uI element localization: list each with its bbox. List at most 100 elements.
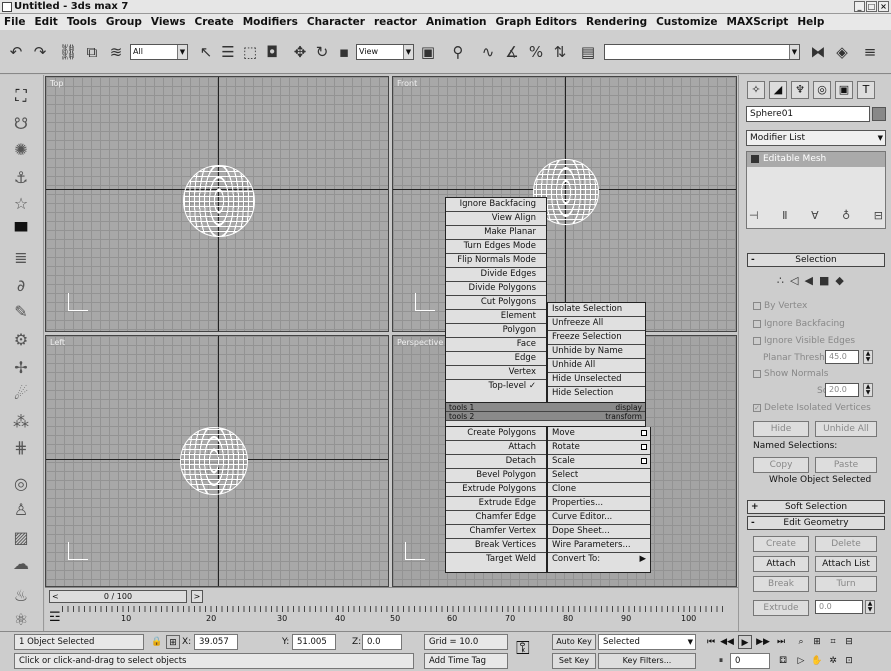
menu-maxscript[interactable]: MAXScript [727, 16, 789, 28]
material-icon[interactable]: ◎ [10, 473, 32, 495]
align-icon[interactable]: ◈ [832, 42, 852, 62]
set-key-button[interactable]: Set Key [552, 653, 596, 669]
environment-icon[interactable]: ☁ [10, 553, 32, 575]
menu-rendering[interactable]: Rendering [586, 16, 647, 28]
quad-item[interactable]: Edge [446, 352, 546, 366]
quad-item[interactable]: Unhide by Name [548, 345, 645, 359]
camera-icon[interactable]: ☄ [10, 383, 32, 405]
edge-icon[interactable]: ◁ [790, 274, 798, 287]
menu-create[interactable]: Create [195, 16, 234, 28]
quad-item[interactable]: Polygon [446, 324, 546, 338]
by-vertex-checkbox[interactable]: By Vertex [753, 301, 807, 311]
quad-item[interactable]: Turn Edges Mode [446, 240, 546, 254]
pivot-center-icon[interactable]: ▣ [418, 42, 438, 62]
redo-icon[interactable]: ↷ [30, 42, 50, 62]
y-coordinate-field[interactable]: 51.005 [292, 634, 336, 650]
sphere-wireframe[interactable] [183, 165, 255, 237]
pin-stack-icon[interactable]: ⊣ [749, 209, 759, 222]
layer-manager-icon[interactable]: ≡ [860, 42, 880, 62]
menu-reactor[interactable]: reactor [374, 16, 417, 28]
menu-tools[interactable]: Tools [67, 16, 97, 28]
selection-filter-dropdown[interactable]: All ▼ [130, 44, 188, 60]
close-button[interactable]: × [878, 1, 889, 12]
current-frame-field[interactable]: 0 [730, 653, 770, 669]
reactor-icon[interactable]: ♨ [10, 585, 32, 607]
motion-tab-icon[interactable]: ◎ [813, 81, 831, 99]
quad-item[interactable]: Extrude Polygons [446, 483, 546, 497]
menu-group[interactable]: Group [106, 16, 142, 28]
quad-item[interactable]: Chamfer Vertex [446, 525, 546, 539]
reference-coordinate-dropdown[interactable]: View ▼ [356, 44, 414, 60]
snaps-toggle-icon[interactable]: ∿ [478, 42, 498, 62]
quad-item-convert-to[interactable]: Convert To: ▶ [548, 553, 650, 567]
spinner-snap-icon[interactable]: ⇅ [550, 42, 570, 62]
quad-item[interactable]: Extrude Edge [446, 497, 546, 511]
maximize-viewport-icon[interactable]: ⊡ [842, 654, 856, 668]
planar-thresh-field[interactable]: 45.0 [825, 350, 859, 364]
object-name-field[interactable]: Sphere01 [746, 106, 870, 122]
show-normals-checkbox[interactable]: Show Normals [753, 369, 828, 379]
time-slider[interactable]: <0 / 100 [49, 590, 187, 603]
extrude-amount-field[interactable]: 0.0 [815, 600, 863, 614]
viewport-label-left[interactable]: Left [50, 338, 65, 347]
scale-field[interactable]: 20.0 [825, 383, 859, 397]
menu-customize[interactable]: Customize [656, 16, 717, 28]
quad-item[interactable]: Cut Polygons [446, 296, 546, 310]
link-icon[interactable]: ∂ [10, 275, 32, 297]
make-unique-icon[interactable]: ∀ [811, 209, 819, 222]
select-and-rotate-icon[interactable]: ↻ [312, 42, 332, 62]
show-end-result-icon[interactable]: Ⅱ [782, 209, 787, 222]
viewport-label-perspective[interactable]: Perspective [397, 338, 443, 347]
quad-item[interactable]: Curve Editor... [548, 511, 650, 525]
zoom-extents-icon[interactable]: ⌗ [826, 635, 840, 649]
lathe-icon[interactable]: ⚓ [10, 167, 32, 189]
field-of-view-icon[interactable]: ▷ [794, 654, 808, 668]
unlink-icon[interactable]: ⧉ [82, 42, 102, 62]
quad-item[interactable]: Make Planar [446, 226, 546, 240]
paste-button[interactable]: Paste [815, 457, 877, 473]
viewport-top[interactable]: Top [45, 76, 389, 332]
shell-icon[interactable]: ✺ [10, 139, 32, 161]
settings-box-icon[interactable] [641, 430, 647, 436]
biped-icon[interactable]: ♙ [10, 499, 32, 521]
go-to-start-icon[interactable]: ⏮ [704, 635, 718, 649]
attach-list-button[interactable]: Attach List [815, 556, 877, 572]
delete-button[interactable]: Delete [815, 536, 877, 552]
viewport-label-top[interactable]: Top [50, 79, 64, 88]
viewport-front[interactable]: Front [392, 76, 737, 332]
quad-item-top-level[interactable]: Top-level ✓ [446, 380, 546, 394]
z-coordinate-field[interactable]: 0.0 [362, 634, 402, 650]
settings-box-icon[interactable] [641, 444, 647, 450]
quad-item[interactable]: Properties... [548, 497, 650, 511]
play-icon[interactable]: ▶ [738, 635, 752, 649]
vertex-icon[interactable]: ∴ [777, 274, 784, 287]
menu-file[interactable]: File [4, 16, 26, 28]
quad-item[interactable]: Target Weld [446, 553, 546, 567]
absolute-mode-icon[interactable]: ⊞ [166, 635, 180, 649]
bone-icon[interactable]: ☋ [10, 113, 32, 135]
stack-icon[interactable]: ≣ [10, 247, 32, 269]
named-selection-set-icon[interactable]: ▤ [578, 42, 598, 62]
quad-item[interactable]: Unhide All [548, 359, 645, 373]
quad-item[interactable]: Ignore Backfacing [446, 198, 546, 212]
zoom-extents-all-icon[interactable]: ⊟ [842, 635, 856, 649]
menu-modifiers[interactable]: Modifiers [243, 16, 298, 28]
window-crossing-icon[interactable]: ◘ [262, 42, 282, 62]
hierarchy-icon[interactable]: ⛶ [10, 85, 32, 107]
edit-geometry-rollout-header[interactable]: - Edit Geometry [747, 516, 885, 530]
time-slider-right-icon[interactable]: > [191, 590, 203, 603]
quad-item[interactable]: Isolate Selection [548, 303, 645, 317]
remove-modifier-icon[interactable]: ♁ [842, 209, 850, 222]
create-tab-icon[interactable]: ✧ [747, 81, 765, 99]
wrench-icon[interactable]: ✎ [10, 301, 32, 323]
bind-space-warp-icon[interactable]: ≋ [106, 42, 126, 62]
quad-item-scale[interactable]: Scale [548, 455, 650, 469]
display-tab-icon[interactable]: ▣ [835, 81, 853, 99]
extrude-button[interactable]: Extrude [753, 600, 809, 616]
star-icon[interactable]: ☆ [10, 193, 32, 215]
create-button[interactable]: Create [753, 536, 809, 552]
quad-item[interactable]: Flip Normals Mode [446, 254, 546, 268]
utility-icon[interactable]: ⚛ [10, 609, 32, 631]
track-bar-icon[interactable]: ☲ [49, 610, 61, 625]
undo-icon[interactable]: ↶ [6, 42, 26, 62]
